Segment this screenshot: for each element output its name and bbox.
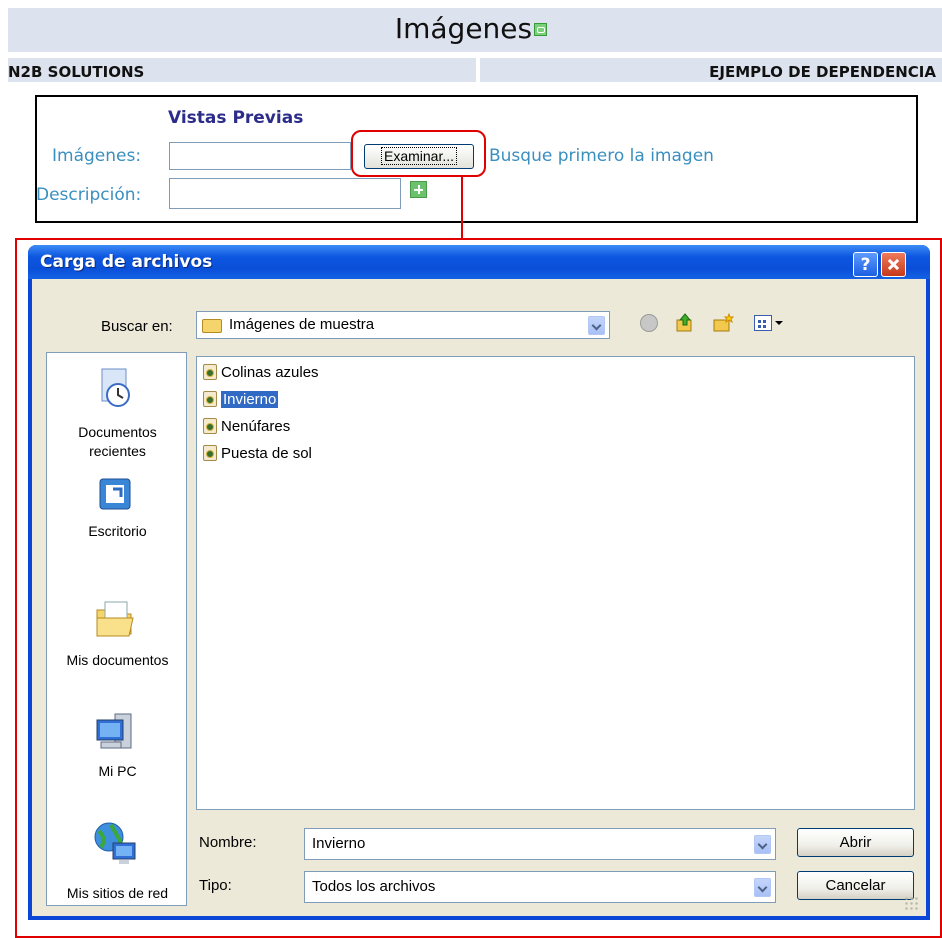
company-name: N2B SOLUTIONS xyxy=(8,63,145,81)
file-name: Puesta de sol xyxy=(221,445,312,462)
network-places-icon xyxy=(94,822,136,864)
filetype-label: Tipo: xyxy=(199,877,232,894)
new-folder-icon[interactable] xyxy=(712,312,735,333)
image-file-icon xyxy=(203,445,217,461)
images-label: Imágenes: xyxy=(52,146,142,166)
image-file-icon xyxy=(203,391,217,407)
place-label: Mis sitios de red xyxy=(66,885,169,901)
list-item[interactable]: Invierno xyxy=(203,390,279,410)
close-button[interactable] xyxy=(881,252,906,277)
place-label-line2: recientes xyxy=(89,443,146,459)
browse-hint: Busque primero la imagen xyxy=(489,146,714,166)
new-folder-glyph xyxy=(713,312,735,332)
desktop-icon xyxy=(99,478,131,510)
view-menu-icon[interactable] xyxy=(754,315,772,331)
page-title-text: Imágenes xyxy=(394,12,533,45)
up-folder-icon[interactable] xyxy=(675,313,695,333)
browse-button-highlight xyxy=(351,130,486,177)
up-folder-glyph xyxy=(676,313,692,332)
list-item[interactable]: Colinas azules xyxy=(203,363,319,383)
my-computer-icon xyxy=(96,713,132,749)
resize-grip-icon[interactable] xyxy=(904,896,918,910)
folder-icon xyxy=(202,319,222,333)
help-button[interactable]: ? xyxy=(853,252,878,277)
place-label: Mi PC xyxy=(98,763,137,779)
dependency-name: EJEMPLO DE DEPENDENCIA xyxy=(709,63,936,81)
look-in-value: Imágenes de muestra xyxy=(229,316,375,333)
images-file-input[interactable] xyxy=(169,142,351,170)
cancel-button[interactable]: Cancelar xyxy=(797,871,914,900)
file-name: Nenúfares xyxy=(221,418,291,435)
page-title: Imágenes xyxy=(0,12,942,45)
refresh-icon[interactable] xyxy=(534,23,548,36)
view-menu-glyph xyxy=(758,320,766,328)
callout-connector xyxy=(461,177,463,239)
description-label: Descripción: xyxy=(36,185,142,205)
places-bar: Documentos recientes Escritorio Mis docu… xyxy=(46,352,187,906)
my-documents-icon xyxy=(96,601,134,637)
look-in-label: Buscar en: xyxy=(101,318,173,335)
file-name: Invierno xyxy=(221,391,279,408)
description-input[interactable] xyxy=(169,178,401,209)
image-file-icon xyxy=(203,364,217,380)
file-name: Colinas azules xyxy=(221,364,319,381)
image-file-icon xyxy=(203,418,217,434)
recent-documents-icon xyxy=(101,368,130,407)
add-icon[interactable] xyxy=(410,181,427,198)
open-button[interactable]: Abrir xyxy=(797,828,914,857)
chevron-down-icon[interactable] xyxy=(754,835,771,854)
filename-value[interactable]: Invierno xyxy=(312,835,365,852)
dialog-title: Carga de archivos xyxy=(40,252,213,272)
list-item[interactable]: Nenúfares xyxy=(203,417,290,437)
file-list[interactable]: Colinas azules Invierno Nenúfares Puesta… xyxy=(196,356,915,810)
place-label: Escritorio xyxy=(88,523,147,539)
filetype-value: Todos los archivos xyxy=(312,878,436,895)
filetype-dropdown[interactable]: Todos los archivos xyxy=(304,871,776,903)
form-section-title: Vistas Previas xyxy=(168,108,304,128)
back-icon[interactable] xyxy=(640,314,658,332)
chevron-down-icon[interactable] xyxy=(754,878,771,897)
place-label: Mis documentos xyxy=(66,652,169,668)
filename-label: Nombre: xyxy=(199,834,257,851)
look-in-dropdown[interactable]: Imágenes de muestra xyxy=(196,311,610,339)
place-label: Documentos xyxy=(78,424,157,440)
filename-combo[interactable]: Invierno xyxy=(304,828,776,860)
list-item[interactable]: Puesta de sol xyxy=(203,444,312,464)
chevron-down-icon[interactable] xyxy=(588,316,605,335)
view-dropdown-arrow-icon[interactable] xyxy=(775,321,783,325)
